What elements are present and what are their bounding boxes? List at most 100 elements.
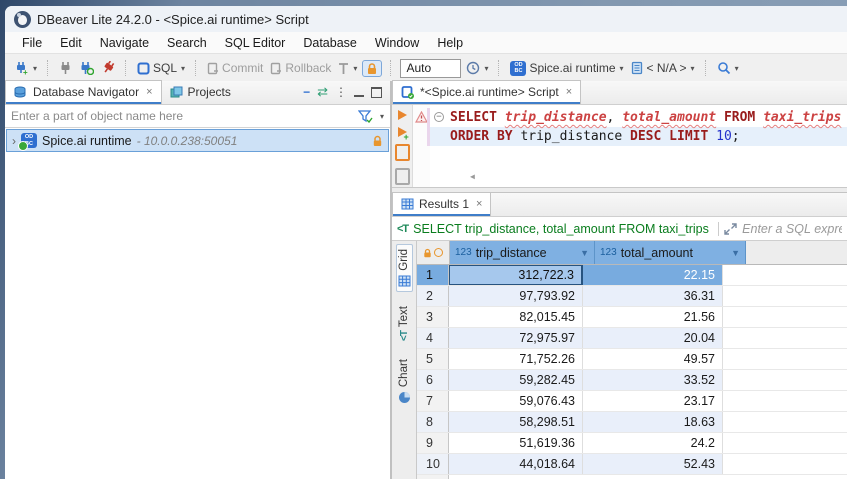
row-number[interactable]: 8 [417, 412, 449, 432]
execute-statement-icon[interactable] [398, 110, 407, 120]
table-row[interactable]: 3 82,015.45 21.56 [417, 307, 847, 328]
chevron-right-icon[interactable]: › [12, 134, 16, 148]
code-editor[interactable]: − SELECT trip_distance, total_amount FRO… [430, 105, 847, 187]
cell-trip-distance[interactable]: 58,298.51 [449, 412, 583, 432]
table-row[interactable]: 5 71,752.26 49.57 [417, 349, 847, 370]
cell-trip-distance[interactable]: 82,015.45 [449, 307, 583, 327]
cell-trip-distance[interactable]: 59,282.45 [449, 370, 583, 390]
expand-filter-icon[interactable] [724, 223, 737, 235]
menu-database[interactable]: Database [294, 36, 366, 50]
cell-total-amount[interactable]: 18.63 [583, 412, 723, 432]
transaction-mode-button[interactable]: ▾ [336, 60, 359, 77]
cell-total-amount[interactable]: 20.04 [583, 328, 723, 348]
caret-icon[interactable]: ▾ [620, 64, 624, 73]
cell-trip-distance[interactable]: 71,752.26 [449, 349, 583, 369]
row-number[interactable]: 9 [417, 433, 449, 453]
collapse-all-icon[interactable]: − [303, 85, 310, 99]
table-row[interactable]: 9 51,619.36 24.2 [417, 433, 847, 454]
caret-icon[interactable]: ▾ [33, 64, 37, 73]
search-button[interactable]: ▾ [715, 59, 741, 77]
cell-total-amount[interactable]: 49.57 [583, 349, 723, 369]
active-connection-selector[interactable]: OD BC Spice.ai runtime ▾ [508, 59, 625, 78]
table-row[interactable]: 8 58,298.51 18.63 [417, 412, 847, 433]
caret-icon[interactable]: ▾ [484, 64, 488, 73]
table-row[interactable]: 10 44,018.64 52.43 [417, 454, 847, 475]
tab-database-navigator[interactable]: Database Navigator × [5, 80, 162, 104]
caret-icon[interactable]: ▾ [353, 64, 357, 73]
row-number[interactable]: 10 [417, 454, 449, 474]
tab-projects[interactable]: Projects [162, 81, 239, 104]
menu-help[interactable]: Help [428, 36, 472, 50]
cell-trip-distance[interactable]: 72,975.97 [449, 328, 583, 348]
execute-script-disabled-icon[interactable] [395, 168, 410, 185]
table-row[interactable]: 7 59,076.43 23.17 [417, 391, 847, 412]
link-with-editor-icon[interactable]: ⇄ [317, 84, 328, 100]
row-number[interactable]: 4 [417, 328, 449, 348]
menu-window[interactable]: Window [366, 36, 428, 50]
caret-icon[interactable]: ▾ [691, 64, 695, 73]
connection-tree-item[interactable]: › OD BC Spice.ai runtime - 10.0.0.238:50… [6, 129, 389, 152]
table-row[interactable]: 1 312,722.3 22.15 [417, 265, 847, 286]
connect-button[interactable] [57, 59, 74, 77]
cell-total-amount[interactable]: 52.43 [583, 454, 723, 474]
sql-line-1[interactable]: SELECT trip_distance, total_amount FROM … [430, 108, 847, 127]
cell-trip-distance[interactable]: 44,018.64 [449, 454, 583, 474]
row-number[interactable]: 2 [417, 286, 449, 306]
menu-file[interactable]: File [13, 36, 51, 50]
table-row[interactable]: 2 97,793.92 36.31 [417, 286, 847, 307]
close-icon[interactable]: × [566, 86, 572, 98]
rollback-button[interactable]: Rollback [268, 59, 333, 77]
caret-icon[interactable]: ▾ [380, 112, 384, 121]
tab-text[interactable]: Text <T [397, 302, 411, 345]
caret-icon[interactable]: ▾ [735, 64, 739, 73]
column-header-total-amount[interactable]: 123 total_amount ▼ [595, 241, 746, 264]
sort-icon[interactable]: ▼ [731, 248, 740, 258]
execute-new-tab-icon[interactable] [398, 127, 407, 137]
cell-trip-distance[interactable]: 312,722.3 [449, 265, 583, 285]
fold-collapse-icon[interactable]: − [434, 112, 444, 122]
cell-total-amount[interactable]: 33.52 [583, 370, 723, 390]
active-database-selector[interactable]: < N/A > ▾ [629, 59, 697, 77]
cell-total-amount[interactable]: 22.15 [583, 265, 723, 285]
maximize-view-icon[interactable] [371, 87, 382, 98]
cell-total-amount[interactable]: 24.2 [583, 433, 723, 453]
menu-search[interactable]: Search [158, 36, 216, 50]
tab-sql-script[interactable]: *<Spice.ai runtime> Script × [392, 80, 581, 104]
sort-desc-icon[interactable]: ▼ [580, 248, 589, 258]
scrollbar-left-icon[interactable]: ◀ [470, 167, 475, 186]
title-bar[interactable]: DBeaver Lite 24.2.0 - <Spice.ai runtime>… [5, 6, 847, 32]
menu-sql-editor[interactable]: SQL Editor [216, 36, 295, 50]
cell-total-amount[interactable]: 23.17 [583, 391, 723, 411]
filter-funnel-icon[interactable] [358, 110, 373, 123]
row-number[interactable]: 5 [417, 349, 449, 369]
executed-query-text[interactable]: SELECT trip_distance, total_amount FROM … [413, 222, 713, 236]
commit-button[interactable]: Commit [205, 59, 265, 77]
disconnect-button[interactable] [99, 59, 117, 77]
sql-editor-button[interactable]: SQL ▾ [135, 59, 187, 77]
row-number[interactable]: 6 [417, 370, 449, 390]
new-connection-button[interactable]: + ▾ [12, 59, 39, 77]
menu-edit[interactable]: Edit [51, 36, 91, 50]
transaction-log-button[interactable]: ▾ [464, 59, 490, 77]
tab-grid[interactable]: Grid [396, 244, 413, 292]
table-row[interactable]: 6 59,282.45 33.52 [417, 370, 847, 391]
connection-lock-toggle[interactable] [362, 60, 382, 77]
grid-corner-cell[interactable] [417, 241, 450, 264]
reconnect-button[interactable] [77, 59, 96, 77]
cell-trip-distance[interactable]: 51,619.36 [449, 433, 583, 453]
autocommit-combo[interactable]: Auto [400, 59, 461, 78]
menu-navigate[interactable]: Navigate [91, 36, 158, 50]
close-icon[interactable]: × [146, 86, 152, 98]
row-number[interactable]: 1 [417, 265, 449, 285]
execute-script-icon[interactable] [395, 144, 410, 161]
object-filter-input[interactable]: Enter a part of object name here [11, 109, 352, 123]
row-number[interactable]: 7 [417, 391, 449, 411]
column-header-trip-distance[interactable]: 123 trip_distance ▼ [450, 241, 595, 264]
cell-total-amount[interactable]: 36.31 [583, 286, 723, 306]
caret-icon[interactable]: ▾ [181, 64, 185, 73]
minimize-view-icon[interactable] [354, 88, 364, 97]
row-number[interactable]: 3 [417, 307, 449, 327]
close-icon[interactable]: × [476, 198, 482, 210]
table-row[interactable]: 4 72,975.97 20.04 [417, 328, 847, 349]
sql-line-2[interactable]: ORDER BY trip_distance DESC LIMIT 10; [430, 127, 847, 146]
